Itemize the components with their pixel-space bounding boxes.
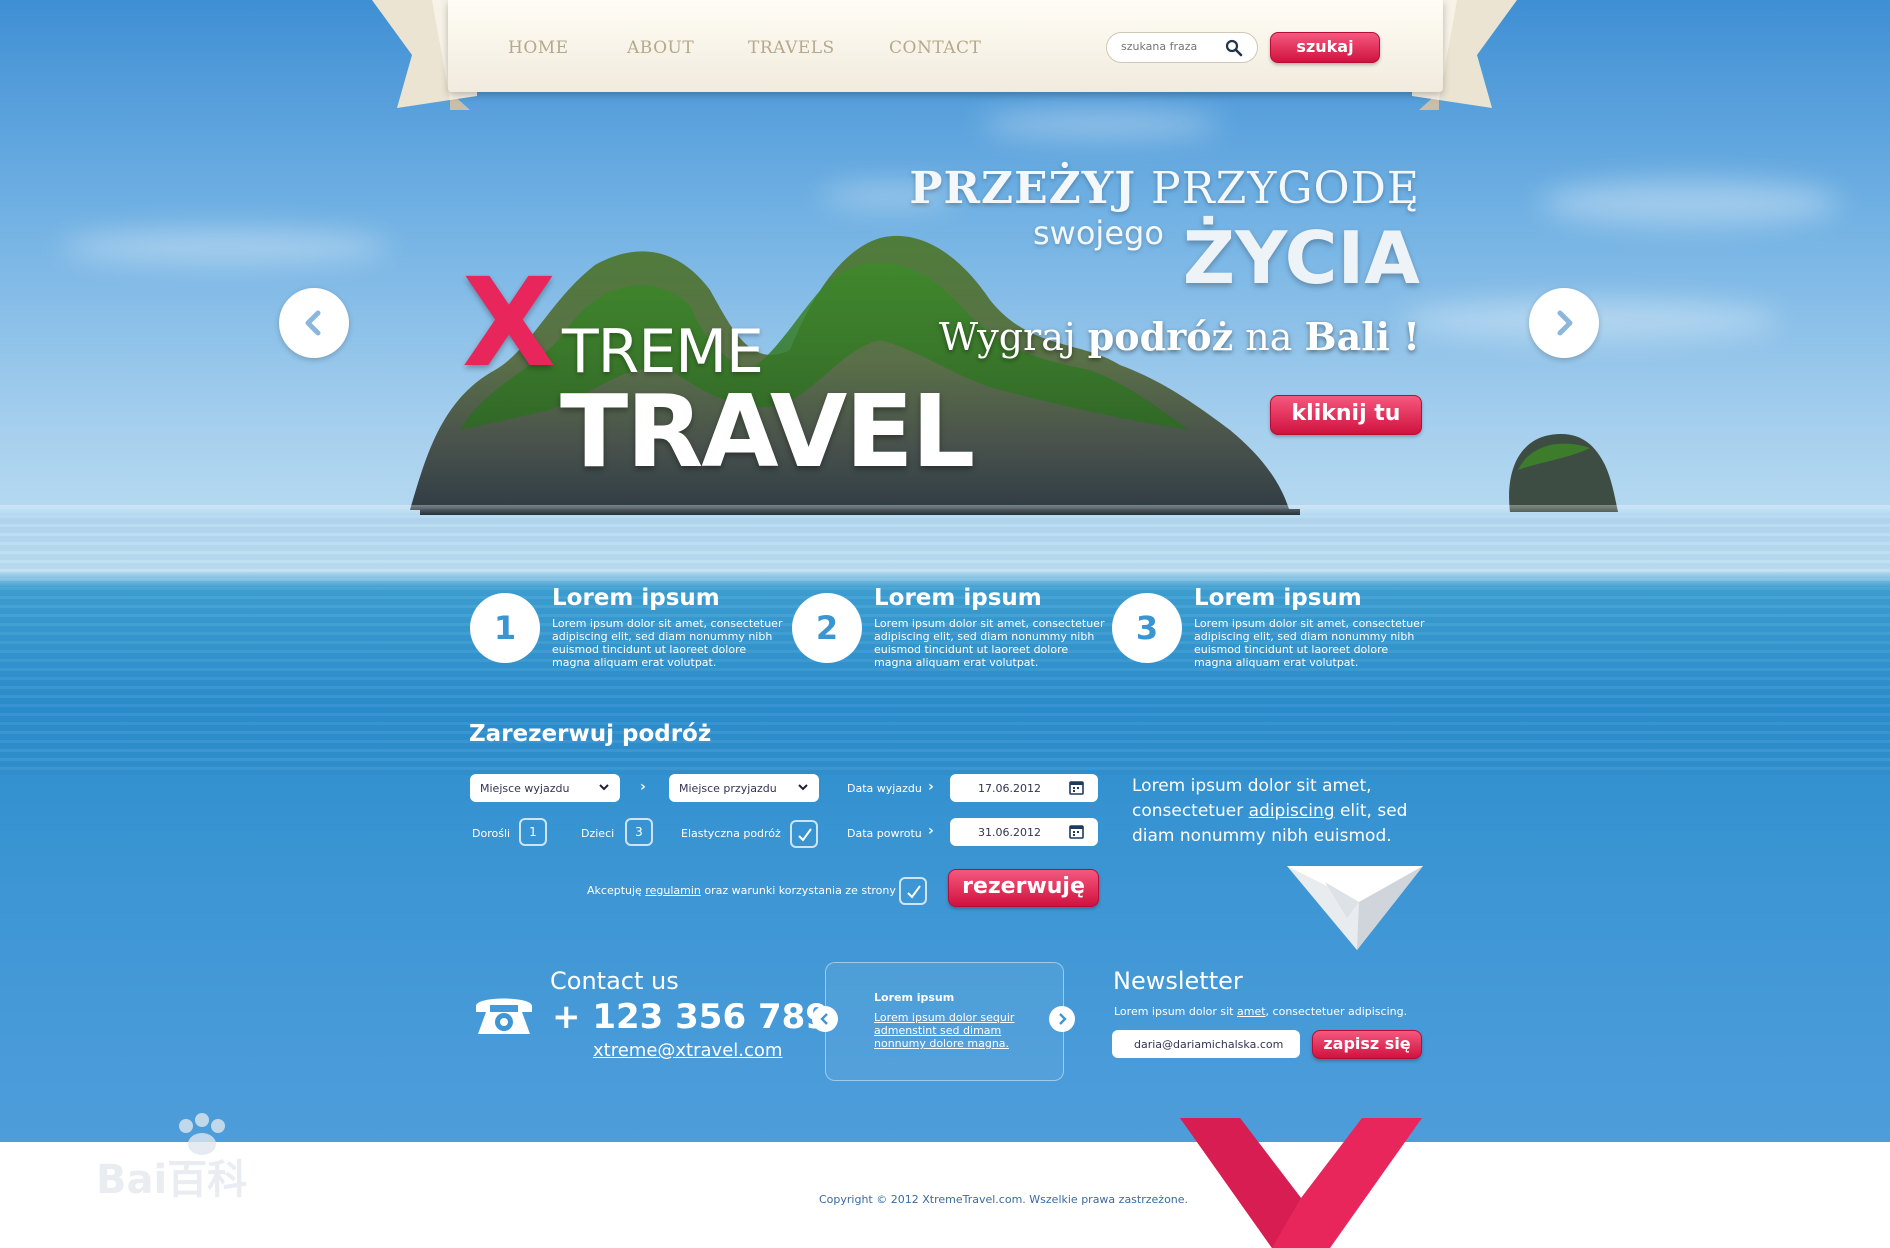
feature-title: Lorem ipsum <box>552 585 720 611</box>
search-icon[interactable] <box>1225 39 1243 57</box>
newsletter-text-b: , consectetuer adipiscing. <box>1265 1005 1408 1018</box>
hero-headline-rest: PRZYGODĘ <box>1136 163 1420 214</box>
chevron-right-icon: › <box>928 823 934 839</box>
newsletter-title: Newsletter <box>1113 967 1243 995</box>
logo-travel: TRAVEL <box>560 373 975 490</box>
chevron-right-icon <box>1557 310 1573 336</box>
hero-subline-small: swojego <box>1033 214 1164 252</box>
terms-text: Akceptuję regulamin oraz warunki korzyst… <box>587 884 896 897</box>
baidu-watermark: Bai百科 <box>96 1112 326 1203</box>
check-icon <box>907 885 921 899</box>
search-button[interactable]: szukaj <box>1270 32 1380 63</box>
mini-slider-box: Lorem ipsum Lorem ipsum dolor sequir adm… <box>825 962 1064 1081</box>
return-date-field[interactable]: 31.06.2012 <box>950 818 1098 846</box>
calendar-icon[interactable] <box>1069 780 1084 795</box>
flexible-checkbox[interactable] <box>790 820 818 848</box>
chevron-down-icon <box>798 784 808 791</box>
arrival-place-select[interactable]: Miejsce przyjazdu <box>669 774 819 802</box>
feature-card: 2 Lorem ipsum Lorem ipsum dolor sit amet… <box>792 585 1104 675</box>
calendar-icon[interactable] <box>1069 824 1084 839</box>
nav-about[interactable]: ABOUT <box>627 38 694 58</box>
nav-home[interactable]: HOME <box>508 38 569 58</box>
slider-prev-button[interactable] <box>279 288 349 358</box>
newsletter-link[interactable]: amet <box>1237 1005 1266 1018</box>
mini-slider-text[interactable]: Lorem ipsum dolor sequir admenstint sed … <box>874 1011 1034 1050</box>
side-text-link[interactable]: adipiscing <box>1249 801 1335 821</box>
chevron-right-icon: › <box>928 779 934 795</box>
return-date-label: Data powrotu <box>847 827 922 840</box>
hero-headline-bold: PRZEŻYJ <box>909 163 1137 214</box>
telephone-icon <box>476 998 532 1034</box>
copyright-text: Copyright © 2012 XtremeTravel.com. Wszel… <box>819 1193 1189 1206</box>
hero-promo-a: Wygraj <box>939 315 1088 359</box>
newsletter-text-a: Lorem ipsum dolor sit <box>1114 1005 1237 1018</box>
nav-contact[interactable]: CONTACT <box>889 38 981 58</box>
hero-subline-big: ŻYCIA <box>1182 216 1420 300</box>
return-date-value: 31.06.2012 <box>978 826 1041 839</box>
newsletter-email-input[interactable] <box>1112 1030 1300 1058</box>
newsletter-subscribe-button[interactable]: zapisz się <box>1312 1030 1422 1059</box>
adults-count[interactable]: 1 <box>519 818 547 846</box>
hero-promo-b: podróż <box>1087 314 1234 359</box>
paper-plane-illustration <box>1287 866 1423 950</box>
booking-side-text: Lorem ipsum dolor sit amet, consectetuer… <box>1132 774 1422 849</box>
departure-date-value: 17.06.2012 <box>978 782 1041 795</box>
search-input[interactable] <box>1121 40 1221 53</box>
feature-text: Lorem ipsum dolor sit amet, consectetuer… <box>552 617 783 669</box>
contact-phone[interactable]: + 123 356 789 <box>552 997 829 1037</box>
flexible-label: Elastyczna podróż <box>681 827 781 840</box>
feature-title: Lorem ipsum <box>874 585 1042 611</box>
children-count[interactable]: 3 <box>625 818 653 846</box>
logo-x: X <box>462 252 557 394</box>
hero-cta-button[interactable]: kliknij tu <box>1270 395 1422 435</box>
departure-place-value: Miejsce wyjazdu <box>480 782 570 795</box>
feature-text: Lorem ipsum dolor sit amet, consectetuer… <box>874 617 1105 669</box>
hero-headline: PRZEŻYJ PRZYGODĘ <box>909 163 1420 214</box>
feature-number: 3 <box>1112 593 1182 663</box>
cloud <box>60 230 390 264</box>
slider-next-button[interactable] <box>1529 288 1599 358</box>
terms-link[interactable]: regulamin <box>645 884 701 897</box>
departure-place-select[interactable]: Miejsce wyjazdu <box>470 774 620 802</box>
chevron-left-icon <box>305 310 321 336</box>
hero-promo: Wygraj podróż na Bali ! <box>939 314 1420 359</box>
hero-promo-d: Bali ! <box>1304 314 1420 359</box>
v-logo-mark <box>1180 1118 1422 1248</box>
terms-checkbox[interactable] <box>899 877 927 905</box>
watermark-text: Bai百科 <box>96 1157 248 1203</box>
arrival-place-value: Miejsce przyjazdu <box>679 782 777 795</box>
nav-travels[interactable]: TRAVELS <box>748 38 835 58</box>
terms-text-a: Akceptuję <box>587 884 646 897</box>
departure-date-label: Data wyjazdu <box>847 782 922 795</box>
chevron-left-icon <box>820 1013 828 1025</box>
hero-promo-c: na <box>1233 315 1305 359</box>
search-box <box>1106 32 1258 63</box>
top-navigation: HOME ABOUT TRAVELS CONTACT szukaj <box>448 0 1443 92</box>
horizon-glow <box>0 505 1890 515</box>
mini-slider-title: Lorem ipsum <box>874 991 955 1004</box>
feature-title: Lorem ipsum <box>1194 585 1362 611</box>
adults-label: Dorośli <box>472 827 511 840</box>
contact-email-link[interactable]: xtreme@xtravel.com <box>593 1040 782 1061</box>
mini-next-button[interactable] <box>1049 1006 1075 1032</box>
feature-text: Lorem ipsum dolor sit amet, consectetuer… <box>1194 617 1425 669</box>
terms-text-b: oraz warunki korzystania ze strony <box>700 884 896 897</box>
feature-card: 3 Lorem ipsum Lorem ipsum dolor sit amet… <box>1112 585 1424 675</box>
chevron-right-icon <box>1059 1013 1067 1025</box>
feature-number: 1 <box>470 593 540 663</box>
feature-card: 1 Lorem ipsum Lorem ipsum dolor sit amet… <box>470 585 782 675</box>
cloud <box>980 110 1220 138</box>
reserve-button[interactable]: rezerwuję <box>948 869 1099 907</box>
cloud <box>1540 180 1840 226</box>
chevron-down-icon <box>599 784 609 791</box>
booking-title: Zarezerwuj podróż <box>469 721 712 747</box>
newsletter-text: Lorem ipsum dolor sit amet, consectetuer… <box>1114 1005 1407 1018</box>
mini-prev-button[interactable] <box>812 1006 838 1032</box>
chevron-right-icon: › <box>640 779 646 795</box>
feature-number: 2 <box>792 593 862 663</box>
children-label: Dzieci <box>581 827 615 840</box>
contact-title: Contact us <box>550 967 679 995</box>
check-icon <box>798 828 812 842</box>
departure-date-field[interactable]: 17.06.2012 <box>950 774 1098 802</box>
